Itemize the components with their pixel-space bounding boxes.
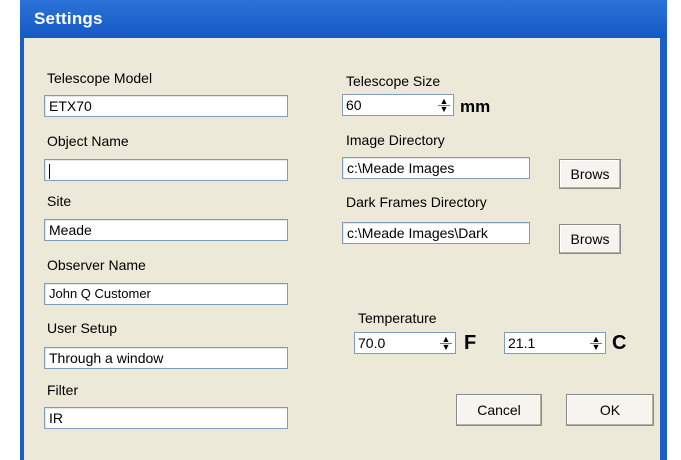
window-title: Settings xyxy=(34,9,103,28)
image-directory-label: Image Directory xyxy=(346,132,445,148)
temperature-f-value: 70.0 xyxy=(358,335,386,351)
spin-divider xyxy=(440,343,452,344)
settings-window: Settings Telescope Model ETX70 Object Na… xyxy=(20,0,667,460)
temperature-c-spinner[interactable]: 21.1 ▲ ▼ xyxy=(504,332,606,354)
image-directory-field[interactable]: c:\Meade Images xyxy=(342,157,530,179)
spin-down-icon[interactable]: ▼ xyxy=(439,343,453,352)
site-field[interactable]: Meade xyxy=(44,219,288,241)
telescope-size-label: Telescope Size xyxy=(346,73,441,89)
temperature-c-value: 21.1 xyxy=(508,335,536,351)
telescope-size-value: 60 xyxy=(346,97,362,113)
object-name-label: Object Name xyxy=(47,133,129,149)
telescope-model-label: Telescope Model xyxy=(47,70,153,86)
site-label: Site xyxy=(47,193,72,209)
observer-name-field[interactable]: John Q Customer xyxy=(44,283,288,305)
browse-dark-frames-button[interactable]: Brows xyxy=(559,224,621,254)
dark-frames-directory-label: Dark Frames Directory xyxy=(346,194,487,210)
fahrenheit-unit: F xyxy=(464,332,477,354)
telescope-size-spinner[interactable]: 60 ▲ ▼ xyxy=(342,94,454,116)
user-setup-field[interactable]: Through a window xyxy=(44,347,288,369)
text-cursor xyxy=(49,163,50,179)
temperature-label: Temperature xyxy=(358,310,437,326)
telescope-size-unit: mm xyxy=(460,97,491,116)
observer-name-label: Observer Name xyxy=(47,257,146,273)
ok-button[interactable]: OK xyxy=(566,394,654,426)
spin-divider xyxy=(590,343,602,344)
spin-divider xyxy=(438,105,450,106)
dialog-body: Telescope Model ETX70 Object Name Site M… xyxy=(24,38,660,460)
browse-image-directory-button[interactable]: Brows xyxy=(559,159,621,189)
celsius-unit: C xyxy=(612,332,627,354)
cancel-button[interactable]: Cancel xyxy=(456,394,542,426)
temperature-f-spinner[interactable]: 70.0 ▲ ▼ xyxy=(354,332,456,354)
spin-down-icon[interactable]: ▼ xyxy=(437,105,451,114)
title-bar[interactable]: Settings xyxy=(20,0,667,38)
filter-label: Filter xyxy=(47,382,79,398)
user-setup-label: User Setup xyxy=(47,320,118,336)
dark-frames-directory-field[interactable]: c:\Meade Images\Dark xyxy=(342,222,530,244)
object-name-field[interactable] xyxy=(44,159,288,181)
filter-field[interactable]: IR xyxy=(44,407,288,429)
spin-down-icon[interactable]: ▼ xyxy=(589,343,603,352)
telescope-model-field[interactable]: ETX70 xyxy=(44,95,288,117)
